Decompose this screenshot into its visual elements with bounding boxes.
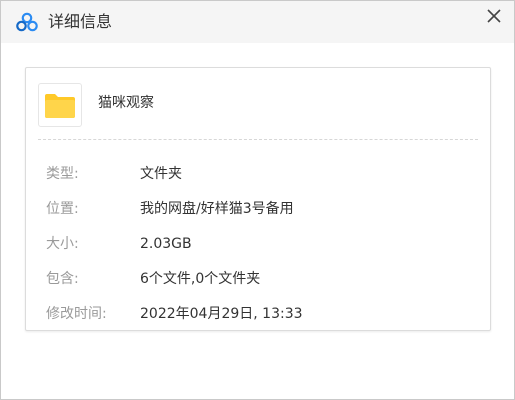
details-dialog: 详细信息 猫咪观察 类型: 文件夹 位置: 我的网盘/好样猫3号备用 大小: 2… xyxy=(0,0,515,400)
property-row-location: 位置: 我的网盘/好样猫3号备用 xyxy=(26,199,490,219)
property-label: 位置: xyxy=(46,201,79,217)
close-icon[interactable] xyxy=(481,3,507,29)
property-value: 2.03GB xyxy=(140,236,192,252)
property-value: 2022年04月29日, 13:33 xyxy=(140,306,303,322)
property-row-type: 类型: 文件夹 xyxy=(26,164,490,184)
property-label: 修改时间: xyxy=(46,306,107,322)
file-thumbnail xyxy=(38,83,82,127)
dialog-title: 详细信息 xyxy=(48,12,113,31)
property-label: 大小: xyxy=(46,236,79,252)
property-row-size: 大小: 2.03GB xyxy=(26,234,490,254)
property-value: 我的网盘/好样猫3号备用 xyxy=(140,201,294,217)
property-row-contents: 包含: 6个文件,0个文件夹 xyxy=(26,269,490,289)
title-bar: 详细信息 xyxy=(1,1,514,43)
baidu-netdisk-cloud-icon xyxy=(16,12,38,32)
file-name: 猫咪观察 xyxy=(98,95,154,111)
divider xyxy=(38,139,478,140)
property-row-modified-time: 修改时间: 2022年04月29日, 13:33 xyxy=(26,304,490,324)
property-label: 包含: xyxy=(46,271,79,287)
property-label: 类型: xyxy=(46,166,79,182)
folder-icon xyxy=(45,94,75,118)
property-value: 文件夹 xyxy=(140,166,182,182)
details-panel: 猫咪观察 类型: 文件夹 位置: 我的网盘/好样猫3号备用 大小: 2.03GB… xyxy=(25,67,491,331)
property-value: 6个文件,0个文件夹 xyxy=(140,271,261,287)
